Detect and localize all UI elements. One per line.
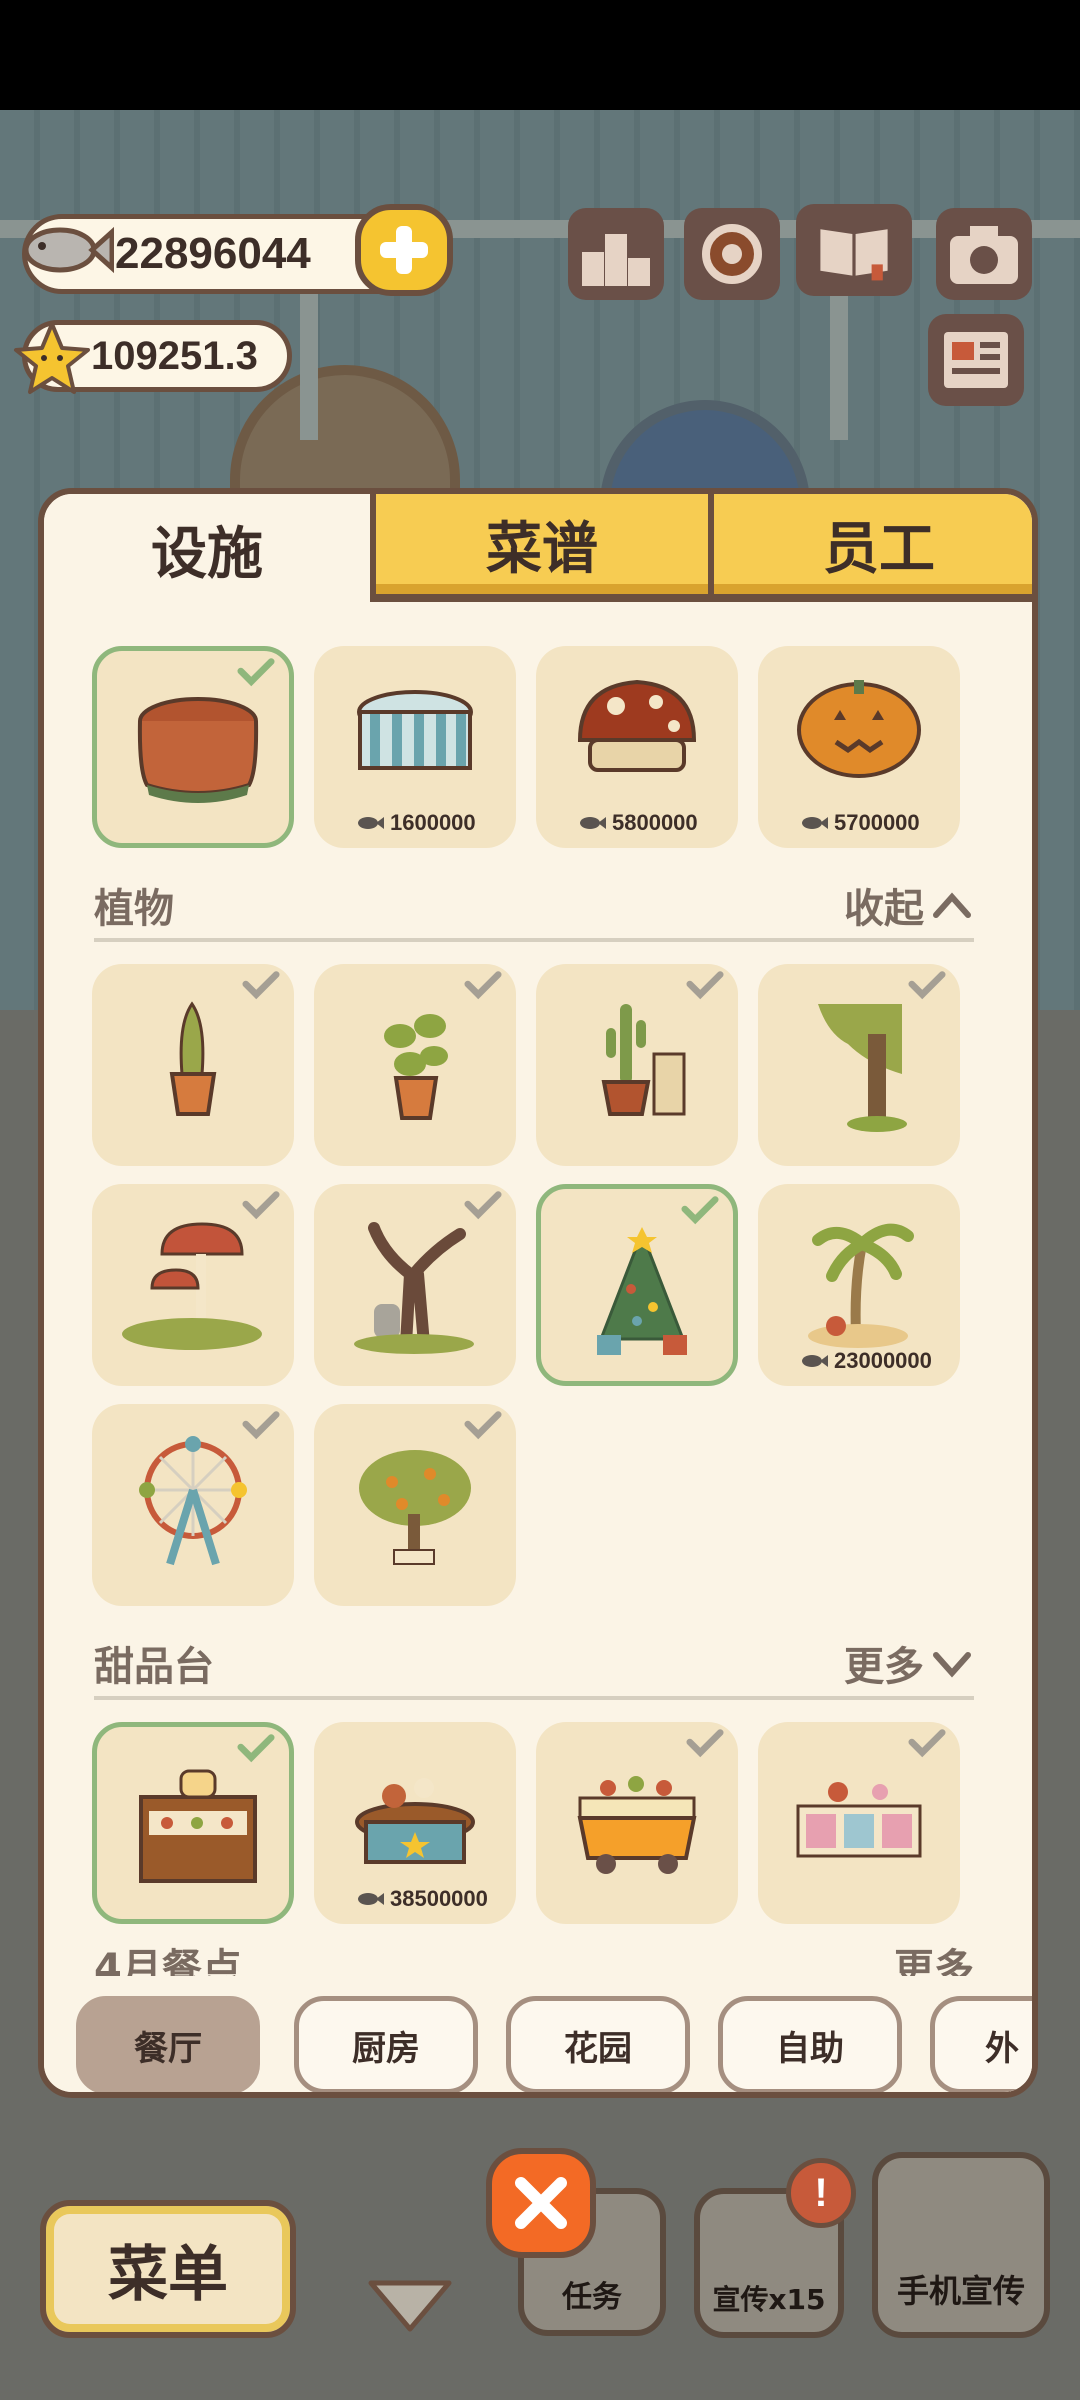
camera-icon[interactable] bbox=[936, 208, 1032, 300]
owned-check-icon bbox=[908, 971, 946, 1000]
owned-check-icon bbox=[908, 1729, 946, 1758]
star-count: 109251.3 bbox=[91, 333, 258, 378]
item-card-small-cactus-pot[interactable] bbox=[92, 964, 294, 1166]
fish-icon bbox=[23, 226, 114, 274]
section-header-dessert: 甜品台 更多 bbox=[94, 1640, 974, 1700]
section-title: 甜品台 bbox=[94, 1644, 214, 1690]
price-tag: 38500000 bbox=[356, 1886, 488, 1912]
price-tag: 1600000 bbox=[356, 810, 476, 836]
fish-mini-icon bbox=[358, 817, 384, 829]
item-card-candy-counter[interactable] bbox=[758, 1722, 960, 1924]
item-card-palm-tree[interactable]: 23000000 bbox=[758, 1184, 960, 1386]
category-kitchen[interactable]: 厨房 bbox=[294, 1996, 478, 2092]
category-dining[interactable]: 餐厅 bbox=[76, 1996, 260, 2092]
price-tag: 23000000 bbox=[800, 1348, 932, 1374]
close-button[interactable] bbox=[486, 2148, 596, 2258]
owned-check-icon bbox=[464, 1191, 502, 1220]
leaderboard-icon[interactable] bbox=[568, 208, 664, 300]
category-bar: 餐厅 厨房 花园 自助 外 bbox=[44, 1976, 1032, 2092]
owned-check-icon bbox=[242, 971, 280, 1000]
item-card-tree-corner[interactable] bbox=[758, 964, 960, 1166]
owned-check-icon bbox=[237, 1734, 275, 1763]
item-card-spooky-tree[interactable] bbox=[314, 1184, 516, 1386]
owned-check-icon bbox=[464, 971, 502, 1000]
item-card-plaid-table[interactable] bbox=[92, 646, 294, 848]
owned-check-icon bbox=[242, 1411, 280, 1440]
item-card-orange-tree[interactable] bbox=[314, 1404, 516, 1606]
shop-panel: 设施 菜谱 员工 1600000 5800000 5700000 植物 收起 2… bbox=[38, 488, 1038, 2098]
settings-gear-icon[interactable] bbox=[684, 208, 780, 300]
fish-mini-icon bbox=[358, 1893, 384, 1905]
section-title: 植物 bbox=[94, 886, 174, 932]
collapse-button[interactable]: 收起 bbox=[844, 876, 974, 934]
item-card-christmas-tree[interactable] bbox=[536, 1184, 738, 1386]
owned-check-icon bbox=[237, 658, 275, 687]
star-icon bbox=[14, 322, 90, 394]
phone-promote-button[interactable]: 手机宣传 bbox=[872, 2152, 1050, 2338]
owned-check-icon bbox=[686, 1729, 724, 1758]
category-buffet[interactable]: 自助 bbox=[718, 1996, 902, 2092]
owned-check-icon bbox=[242, 1191, 280, 1220]
item-card-mushroom-table[interactable]: 5800000 bbox=[536, 646, 738, 848]
category-garden[interactable]: 花园 bbox=[506, 1996, 690, 2092]
fish-count: 22896044 bbox=[115, 229, 311, 278]
tab-staff[interactable]: 员工 bbox=[708, 494, 1032, 602]
chevron-up-icon bbox=[933, 892, 971, 918]
section-header-plants: 植物 收起 bbox=[94, 882, 974, 942]
tab-recipes[interactable]: 菜谱 bbox=[370, 494, 708, 602]
plus-icon bbox=[380, 226, 428, 274]
alert-badge: ! bbox=[786, 2158, 856, 2228]
menu-button[interactable]: 菜单 bbox=[40, 2200, 296, 2338]
tab-facilities[interactable]: 设施 bbox=[44, 494, 370, 604]
item-card-orange-cart[interactable] bbox=[536, 1722, 738, 1924]
item-card-cactus-shelf[interactable] bbox=[536, 964, 738, 1166]
item-card-striped-table[interactable]: 1600000 bbox=[314, 646, 516, 848]
recipe-book-icon[interactable] bbox=[796, 204, 912, 296]
item-card-dessert-cabinet[interactable] bbox=[92, 1722, 294, 1924]
fish-mini-icon bbox=[580, 817, 606, 829]
owned-check-icon bbox=[464, 1411, 502, 1440]
item-card-pumpkin-table[interactable]: 5700000 bbox=[758, 646, 960, 848]
chevron-down-icon bbox=[933, 1652, 971, 1678]
close-icon bbox=[515, 2177, 567, 2229]
category-outdoor[interactable]: 外 bbox=[930, 1996, 1032, 2092]
item-card-ferris-wheel[interactable] bbox=[92, 1404, 294, 1606]
newspaper-icon[interactable] bbox=[928, 314, 1024, 406]
add-fish-button[interactable] bbox=[355, 204, 453, 296]
item-card-leafy-plant-pot[interactable] bbox=[314, 964, 516, 1166]
collapse-arrow-icon[interactable] bbox=[365, 2275, 455, 2335]
item-card-mushroom-garden[interactable] bbox=[92, 1184, 294, 1386]
price-tag: 5700000 bbox=[800, 810, 920, 836]
item-card-mushroom-cake-stand[interactable]: 38500000 bbox=[314, 1722, 516, 1924]
owned-check-icon bbox=[686, 971, 724, 1000]
owned-check-icon bbox=[681, 1196, 719, 1225]
price-tag: 5800000 bbox=[578, 810, 698, 836]
fish-mini-icon bbox=[802, 1355, 828, 1367]
fish-mini-icon bbox=[802, 817, 828, 829]
status-bar bbox=[0, 0, 1080, 110]
more-button[interactable]: 更多 bbox=[844, 1634, 974, 1692]
